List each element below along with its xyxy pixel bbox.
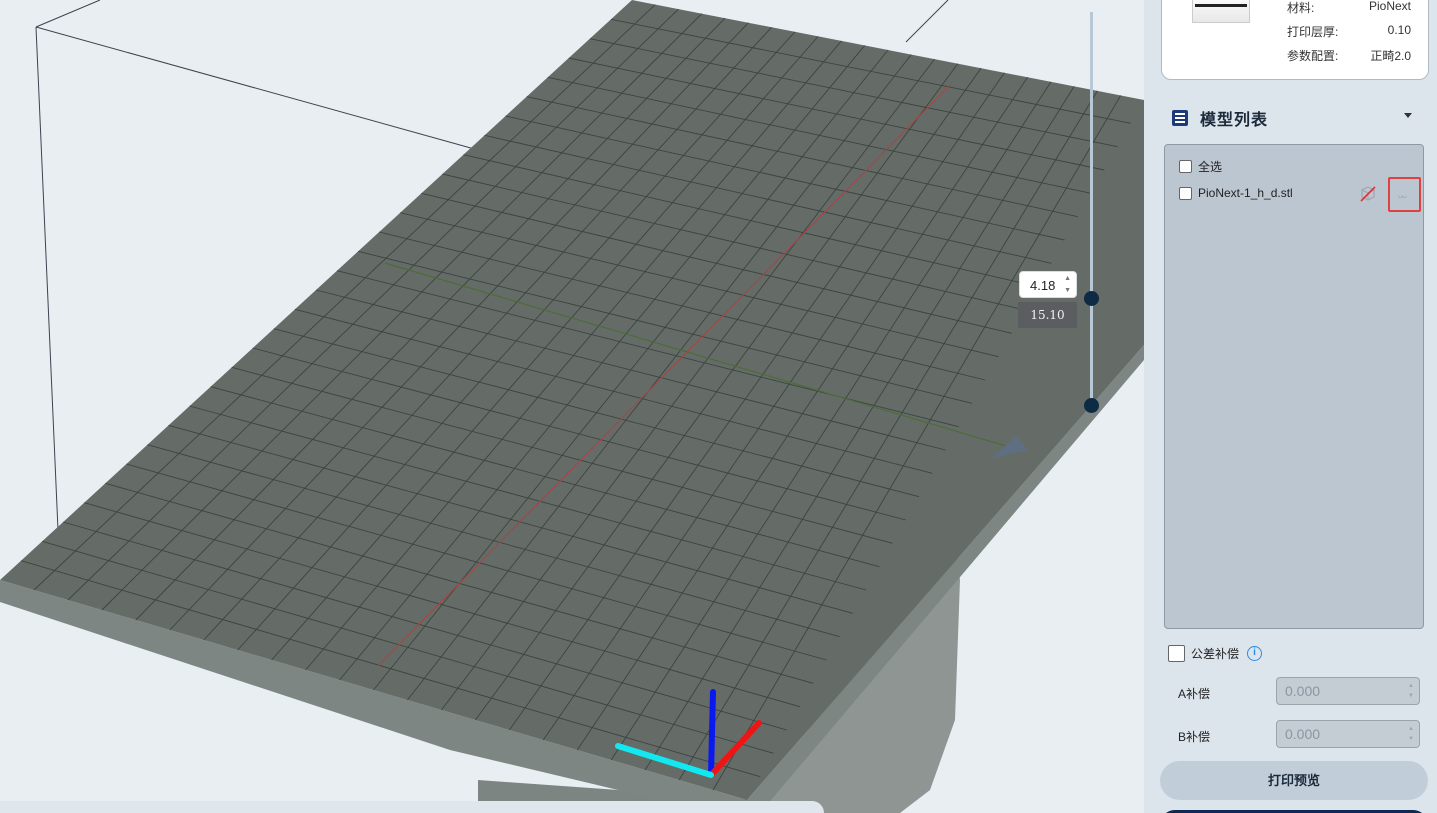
layer-value[interactable]: 4.18: [1030, 278, 1055, 293]
printer-thumbnail: [1192, 0, 1250, 23]
spin-up-icon[interactable]: ▲: [1064, 275, 1071, 283]
layer-height-label: 15.10: [1018, 302, 1077, 328]
printer-info-card: 材料: PioNext 打印层厚: 0.10 参数配置: 正畸2.0: [1161, 0, 1429, 80]
a-compensation-label: A补偿: [1178, 687, 1211, 701]
select-all-label: 全选: [1198, 160, 1223, 174]
layer-slider-bottom-handle[interactable]: [1084, 398, 1099, 413]
spec-layer-thickness: 打印层厚: 0.10: [1287, 23, 1411, 39]
model-checkbox[interactable]: [1179, 186, 1192, 200]
list-icon: [1172, 110, 1188, 126]
info-icon[interactable]: i: [1247, 646, 1263, 661]
visibility-toggle[interactable]: ᴗᴗ: [1388, 177, 1421, 212]
print-preview-button[interactable]: 打印预览: [1160, 761, 1428, 800]
tolerance-checkbox[interactable]: [1168, 645, 1185, 662]
model-list-title: 模型列表: [1200, 112, 1269, 129]
select-all-checkbox[interactable]: [1179, 160, 1192, 173]
model-name: PioNext-1_h_d.stl: [1198, 186, 1293, 200]
layer-slider-top-handle[interactable]: [1084, 291, 1099, 306]
eye-closed-icon: ᴗᴗ: [1398, 190, 1407, 200]
bottom-toolbar: [0, 801, 824, 813]
chevron-down-icon[interactable]: [1404, 113, 1412, 118]
build-plate: [0, 0, 1144, 800]
spin-down-icon[interactable]: ▼: [1408, 736, 1414, 743]
b-compensation-input[interactable]: 0.000 ▲ ▼: [1276, 720, 1420, 748]
spin-up-icon[interactable]: ▲: [1408, 726, 1414, 733]
layer-spinbox[interactable]: 4.18 ▲ ▼: [1019, 271, 1077, 298]
tolerance-label: 公差补偿: [1191, 647, 1240, 661]
tolerance-compensation[interactable]: 公差补偿 i: [1168, 645, 1263, 662]
model-list: 全选 PioNext-1_h_d.stl ᴗᴗ: [1164, 144, 1424, 629]
select-all-row[interactable]: 全选: [1179, 158, 1222, 175]
b-compensation-label: B补偿: [1178, 730, 1211, 744]
spec-material: 材料: PioNext: [1287, 0, 1411, 15]
spin-down-icon[interactable]: ▼: [1064, 287, 1071, 295]
list-item[interactable]: PioNext-1_h_d.stl: [1179, 186, 1293, 200]
a-compensation-input[interactable]: 0.000 ▲ ▼: [1276, 677, 1420, 705]
spin-up-icon[interactable]: ▲: [1408, 683, 1414, 690]
spin-down-icon[interactable]: ▼: [1408, 693, 1414, 700]
model-list-header[interactable]: 模型列表: [1172, 107, 1412, 129]
build-scene[interactable]: [0, 0, 1144, 813]
3d-viewport[interactable]: 4.18 ▲ ▼ 15.10: [0, 0, 1144, 813]
spec-profile: 参数配置: 正畸2.0: [1287, 49, 1411, 63]
side-panel: 材料: PioNext 打印层厚: 0.10 参数配置: 正畸2.0 模型列表 …: [1144, 0, 1437, 813]
cube-hidden-icon[interactable]: [1359, 185, 1377, 203]
layer-slider-track[interactable]: [1090, 12, 1093, 407]
